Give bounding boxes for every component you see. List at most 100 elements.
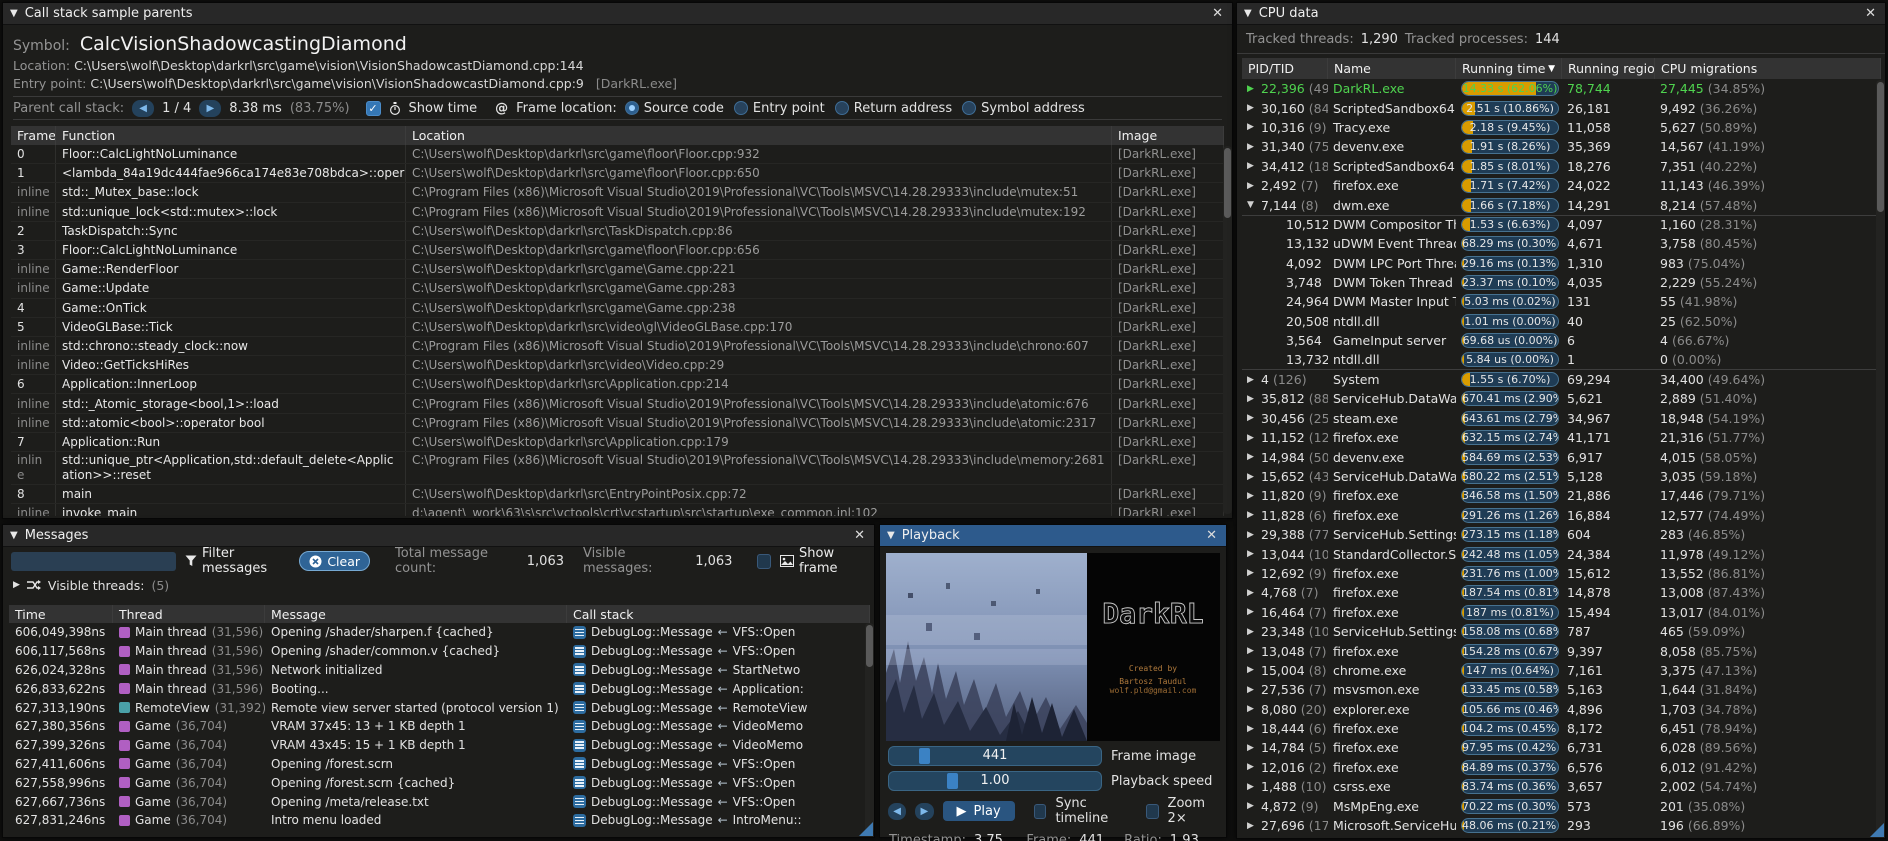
message-row[interactable]: 627,831,246nsGame(36,704)Intro menu load… xyxy=(9,811,870,830)
message-row[interactable]: 627,667,736nsGame(36,704)Opening /meta/r… xyxy=(9,792,870,811)
cpu-process-row[interactable]: ▶1,488(10)csrss.exe83.74 ms (0.36%)3,657… xyxy=(1242,777,1881,796)
cpu-process-row[interactable]: ▶13,044(10)StandardCollector.Servic242.4… xyxy=(1242,544,1881,563)
frame-location-option[interactable]: Return address xyxy=(835,101,952,116)
call-stack-row[interactable]: 6Application::InnerLoopC:\Users\wolf\Des… xyxy=(11,375,1224,394)
close-icon[interactable]: ✕ xyxy=(1204,528,1219,543)
cpu-process-row[interactable]: 13,132uDWM Event Thread68.29 ms (0.30%)4… xyxy=(1242,234,1881,253)
call-stack-row[interactable]: 5VideoGLBase::TickC:\Users\wolf\Desktop\… xyxy=(11,318,1224,337)
call-stack-list-icon[interactable] xyxy=(573,720,586,733)
cpu-process-row[interactable]: ▶11,828(6)firefox.exe291.26 ms (1.26%)16… xyxy=(1242,506,1881,525)
radio-button[interactable] xyxy=(962,101,976,115)
close-icon[interactable]: ✕ xyxy=(1863,6,1878,21)
message-row[interactable]: 627,380,356nsGame(36,704)VRAM 37x45: 13 … xyxy=(9,717,870,736)
call-stack-row[interactable]: inlineinvoke_maind:\agent\_work\63\s\src… xyxy=(11,504,1224,516)
frame-location-option[interactable]: Source code xyxy=(625,101,724,116)
close-icon[interactable]: ✕ xyxy=(1210,6,1225,21)
message-row[interactable]: 627,411,606nsGame(36,704)Opening /forest… xyxy=(9,755,870,774)
call-stack-row[interactable]: 8mainC:\Users\wolf\Desktop\darkrl\src\En… xyxy=(11,485,1224,504)
play-button[interactable]: ▶ Play xyxy=(943,801,1015,821)
call-stack-row[interactable]: inlineVideo::GetTicksHiResC:\Users\wolf\… xyxy=(11,356,1224,375)
radio-button[interactable] xyxy=(625,101,639,115)
cpu-process-row[interactable]: ▶10,316(9)Tracy.exe2.18 s (9.45%)11,0585… xyxy=(1242,118,1881,137)
call-stack-list-icon[interactable] xyxy=(573,626,586,639)
cpu-process-row[interactable]: ▶35,812(88)ServiceHub.DataWarehou670.41 … xyxy=(1242,389,1881,408)
cpu-process-row[interactable]: ▶13,048(7)firefox.exe154.28 ms (0.67%)9,… xyxy=(1242,641,1881,660)
call-stack-row[interactable]: inlinestd::_Mutex_base::lockC:\Program F… xyxy=(11,183,1224,202)
cpu-process-row[interactable]: ▶27,536(7)msvsmon.exe133.45 ms (0.58%)5,… xyxy=(1242,680,1881,699)
call-stack-cell[interactable]: DebugLog::Message←StartNetwo xyxy=(567,661,870,680)
radio-button[interactable] xyxy=(835,101,849,115)
call-stack-row[interactable]: 7Application::RunC:\Users\wolf\Desktop\d… xyxy=(11,433,1224,452)
show-time-checkbox[interactable]: ✓ xyxy=(366,101,381,116)
next-frame-button[interactable]: ▶ xyxy=(915,803,933,820)
prev-frame-button[interactable]: ◀ xyxy=(888,803,906,820)
call-stack-list-icon[interactable] xyxy=(573,757,586,770)
cpu-process-row[interactable]: 24,964DWM Master Input Thread5.03 ms (0.… xyxy=(1242,292,1881,311)
call-stack-row[interactable]: 3Floor::CalcLightNoLuminanceC:\Users\wol… xyxy=(11,241,1224,260)
cpu-process-row[interactable]: ▶12,016(2)firefox.exe84.89 ms (0.37%)6,5… xyxy=(1242,758,1881,777)
cpu-process-row[interactable]: ▶12,692(9)firefox.exe231.76 ms (1.00%)15… xyxy=(1242,564,1881,583)
call-stack-cell[interactable]: DebugLog::Message←VideoMemo xyxy=(567,736,870,755)
message-row[interactable]: 626,024,328nsMain thread(31,596)Network … xyxy=(9,661,870,680)
call-stack-cell[interactable]: DebugLog::Message←VFS::Open xyxy=(567,755,870,774)
cpu-process-row[interactable]: ▶27,696(17)Microsoft.ServiceHub.Co48.06 … xyxy=(1242,816,1881,835)
close-icon[interactable]: ✕ xyxy=(852,528,867,543)
collapse-icon[interactable]: ▼ xyxy=(887,530,895,541)
clear-button[interactable]: Clear xyxy=(299,551,370,571)
cpu-process-row[interactable]: ▶29,388(77)ServiceHub.SettingsHost273.15… xyxy=(1242,525,1881,544)
collapse-icon[interactable]: ▼ xyxy=(10,530,18,541)
cpu-process-row[interactable]: 20,508ntdll.dll1.01 ms (0.00%)4025(62.50… xyxy=(1242,312,1881,331)
call-stack-cell[interactable]: DebugLog::Message←VFS::Open xyxy=(567,792,870,811)
call-stack-cell[interactable]: DebugLog::Message←IntroMenu:: xyxy=(567,811,870,830)
cpu-process-row[interactable]: 10,512DWM Compositor Thread1.53 s (6.63%… xyxy=(1242,215,1881,234)
call-stack-list-icon[interactable] xyxy=(573,795,586,808)
call-stack-row[interactable]: inlinestd::unique_lock<std::mutex>::lock… xyxy=(11,203,1224,222)
call-stack-row[interactable]: inlinestd::unique_ptr<Application,std::d… xyxy=(11,452,1224,485)
radio-button[interactable] xyxy=(734,101,748,115)
call-stack-list-icon[interactable] xyxy=(573,663,586,676)
filter-input[interactable] xyxy=(11,552,176,571)
messages-scrollbar[interactable] xyxy=(865,623,874,833)
show-frame-checkbox[interactable] xyxy=(757,554,771,569)
zoom-2x-checkbox[interactable] xyxy=(1146,804,1159,819)
call-stack-table-header[interactable]: Frame Function Location Image xyxy=(11,126,1224,145)
cpu-process-row[interactable]: ▶4(126)System1.55 s (6.70%)69,29434,400(… xyxy=(1242,370,1881,389)
cpu-process-row[interactable]: ▶14,784(5)firefox.exe97.95 ms (0.42%)6,7… xyxy=(1242,738,1881,757)
cpu-process-row[interactable]: 13,732ntdll.dll5.84 us (0.00%)10(0.00%) xyxy=(1242,350,1881,369)
cpu-process-row[interactable]: ▼7,144(8)dwm.exe1.66 s (7.18%)14,2918,21… xyxy=(1242,195,1881,214)
cpu-scrollbar[interactable] xyxy=(1876,80,1885,834)
message-row[interactable]: 606,049,398nsMain thread(31,596)Opening … xyxy=(9,623,870,642)
message-row[interactable]: 627,313,190nsRemoteView(31,392)Remote vi… xyxy=(9,698,870,717)
message-row[interactable]: 627,399,326nsGame(36,704)VRAM 43x45: 15 … xyxy=(9,736,870,755)
call-stack-scrollbar[interactable] xyxy=(1223,146,1232,514)
cpu-process-row[interactable]: ▶2,492(7)firefox.exe1.71 s (7.42%)24,022… xyxy=(1242,176,1881,195)
prev-parent-button[interactable]: ◀ xyxy=(132,100,154,117)
sync-timeline-checkbox[interactable] xyxy=(1034,804,1047,819)
call-stack-list-icon[interactable] xyxy=(573,701,586,714)
cpu-process-row[interactable]: 3,564GameInput server69.68 us (0.00%)64(… xyxy=(1242,331,1881,350)
cpu-process-row[interactable]: ▶14,984(50)devenv.exe584.69 ms (2.53%)6,… xyxy=(1242,447,1881,466)
frame-image-slider[interactable]: 441 xyxy=(888,746,1102,766)
call-stack-list-icon[interactable] xyxy=(573,682,586,695)
message-row[interactable]: 627,558,996nsGame(36,704)Opening /forest… xyxy=(9,773,870,792)
call-stack-row[interactable]: inlinestd::atomic<bool>::operator boolC:… xyxy=(11,414,1224,433)
message-row[interactable]: 606,117,568nsMain thread(31,596)Opening … xyxy=(9,642,870,661)
call-stack-list-icon[interactable] xyxy=(573,645,586,658)
collapse-icon[interactable]: ▼ xyxy=(10,8,18,19)
call-stack-cell[interactable]: DebugLog::Message←VFS::Open xyxy=(567,642,870,661)
cpu-process-row[interactable]: ▶31,340(75)devenv.exe1.91 s (8.26%)35,36… xyxy=(1242,137,1881,156)
call-stack-row[interactable]: 1<lambda_84a19dc444fae966ca174e83e708bdc… xyxy=(11,164,1224,183)
call-stack-cell[interactable]: DebugLog::Message←Application: xyxy=(567,679,870,698)
call-stack-row[interactable]: inlinestd::_Atomic_storage<bool,1>::load… xyxy=(11,394,1224,413)
cpu-process-row[interactable]: ▶23,348(106)ServiceHub.SettingsHost158.0… xyxy=(1242,622,1881,641)
message-row[interactable]: 626,833,622nsMain thread(31,596)Booting.… xyxy=(9,679,870,698)
call-stack-list-icon[interactable] xyxy=(573,814,586,827)
frame-location-option[interactable]: Entry point xyxy=(734,101,825,116)
call-stack-cell[interactable]: DebugLog::Message←RemoteView xyxy=(567,698,870,717)
cpu-process-row[interactable]: ▶16,464(7)firefox.exe187 ms (0.81%)15,49… xyxy=(1242,603,1881,622)
cpu-process-row[interactable]: 3,748DWM Token Thread23.37 ms (0.10%)4,0… xyxy=(1242,273,1881,292)
messages-table-header[interactable]: Time Thread Message Call stack xyxy=(9,605,870,623)
call-stack-row[interactable]: 2TaskDispatch::SyncC:\Users\wolf\Desktop… xyxy=(11,222,1224,241)
call-stack-cell[interactable]: DebugLog::Message←VideoMemo xyxy=(567,717,870,736)
expand-threads-icon[interactable]: ▶ xyxy=(13,580,20,590)
